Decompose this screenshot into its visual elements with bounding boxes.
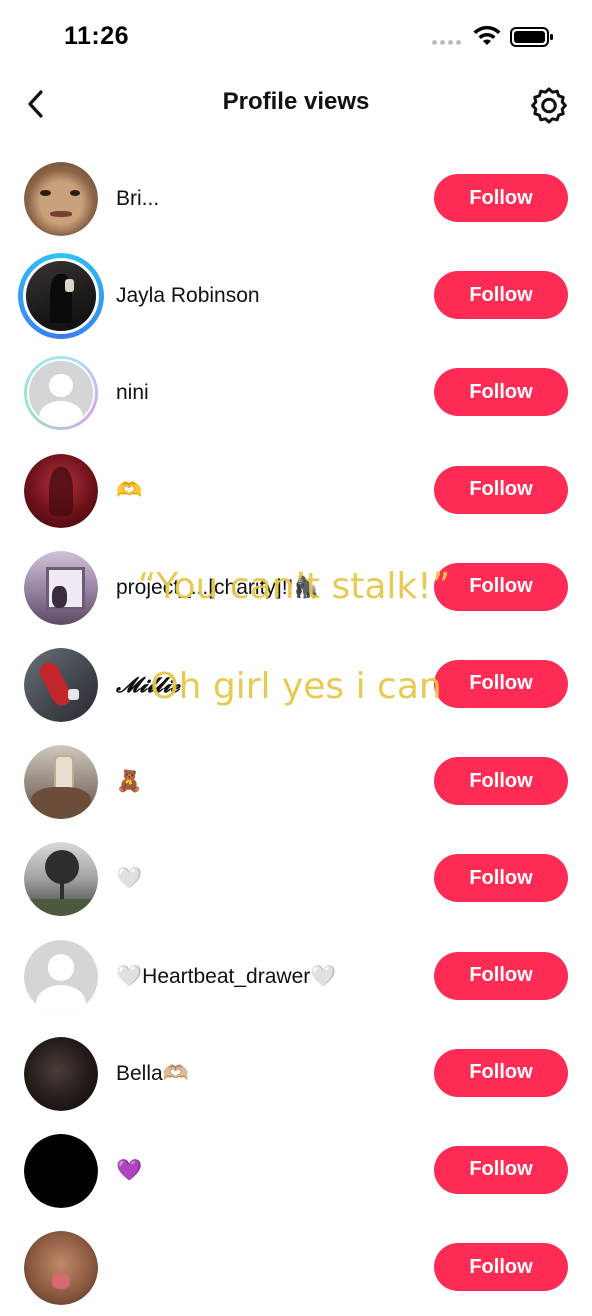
viewer-row[interactable]: Follow [0, 1219, 592, 1316]
default-avatar-icon [27, 359, 95, 428]
page-title: Profile views [222, 88, 370, 115]
viewer-avatar[interactable] [24, 647, 98, 722]
status-time: 11:26 [64, 22, 130, 50]
viewer-avatar[interactable] [24, 162, 98, 236]
follow-button[interactable]: Follow [434, 271, 568, 320]
avatar-image [24, 550, 98, 625]
viewer-avatar[interactable] [24, 939, 98, 1014]
viewer-avatar[interactable] [18, 253, 104, 340]
follow-button[interactable]: Follow [434, 1145, 568, 1194]
follow-button[interactable]: Follow [434, 951, 568, 1000]
viewer-avatar[interactable] [24, 1133, 98, 1208]
viewer-username[interactable]: 🤍Heartbeat_drawer🤍 [116, 962, 336, 992]
header: Profile views [0, 76, 592, 132]
viewer-row[interactable]: Bella🫶🏼 Follow [0, 1025, 592, 1122]
viewer-avatar[interactable] [24, 842, 98, 917]
avatar-image [24, 453, 98, 528]
viewer-username[interactable]: 🧸 [116, 767, 142, 797]
avatar-image [24, 745, 98, 820]
viewer-row[interactable]: 𝓜𝓲𝓵𝓵𝓲𝓮 Follow [0, 636, 592, 733]
follow-button[interactable]: Follow [434, 1243, 568, 1292]
viewer-row[interactable]: 🧸 Follow [0, 733, 592, 830]
follow-button[interactable]: Follow [434, 562, 568, 611]
viewer-row[interactable]: 🫶 Follow [0, 442, 592, 539]
avatar-image [24, 842, 98, 917]
battery-icon [510, 27, 553, 47]
viewer-avatar[interactable] [24, 453, 98, 528]
viewer-username[interactable]: 🤍 [116, 864, 142, 894]
status-bar: 11:26 [0, 0, 592, 76]
follow-button[interactable]: Follow [434, 465, 568, 514]
avatar-image [24, 647, 98, 722]
cellular-signal-icon [432, 40, 464, 48]
gear-icon [531, 87, 567, 124]
viewer-username[interactable]: nini [116, 378, 149, 408]
follow-button[interactable]: Follow [434, 659, 568, 708]
follow-button[interactable]: Follow [434, 854, 568, 903]
viewer-row[interactable]: nini Follow [0, 344, 592, 441]
viewer-username[interactable]: Jayla Robinson [116, 281, 260, 311]
follow-button[interactable]: Follow [434, 757, 568, 806]
viewer-username[interactable]: 💜 [116, 1156, 142, 1186]
viewer-row[interactable]: Jayla Robinson Follow [0, 247, 592, 344]
default-avatar-icon [24, 939, 98, 1014]
viewer-avatar[interactable] [24, 356, 98, 431]
settings-button[interactable] [528, 84, 570, 126]
avatar-image [24, 1133, 98, 1208]
viewer-avatar[interactable] [24, 745, 98, 820]
viewer-row[interactable]: 🤍 Follow [0, 830, 592, 927]
viewer-row[interactable]: 🤍Heartbeat_drawer🤍 Follow [0, 928, 592, 1025]
viewer-avatar[interactable] [24, 1036, 98, 1111]
avatar-image [24, 162, 98, 236]
follow-button[interactable]: Follow [434, 368, 568, 417]
viewer-username[interactable]: Bella🫶🏼 [116, 1059, 189, 1089]
avatar-image [24, 1231, 98, 1306]
follow-button[interactable]: Follow [434, 174, 568, 222]
viewer-username[interactable]: 🫶 [116, 476, 142, 506]
profile-viewers-list: Bri... Follow Jayla Robinson Follow nini Foll… [0, 150, 592, 1316]
viewer-avatar[interactable] [24, 1231, 98, 1306]
viewer-row[interactable]: Bri... Follow [0, 150, 592, 247]
viewer-username[interactable]: Bri... [116, 184, 159, 214]
viewer-username[interactable]: 𝓜𝓲𝓵𝓵𝓲𝓮 [116, 670, 180, 700]
viewer-avatar[interactable] [24, 550, 98, 625]
viewer-row[interactable]: project_...[charity]!!🦍 Follow [0, 539, 592, 636]
avatar-image [23, 258, 99, 335]
viewer-username[interactable]: project_...[charity]!!🦍 [116, 573, 320, 603]
follow-button[interactable]: Follow [434, 1048, 568, 1097]
avatar-image [24, 1036, 98, 1111]
viewer-row[interactable]: 💜 Follow [0, 1122, 592, 1219]
wifi-icon [473, 25, 501, 45]
